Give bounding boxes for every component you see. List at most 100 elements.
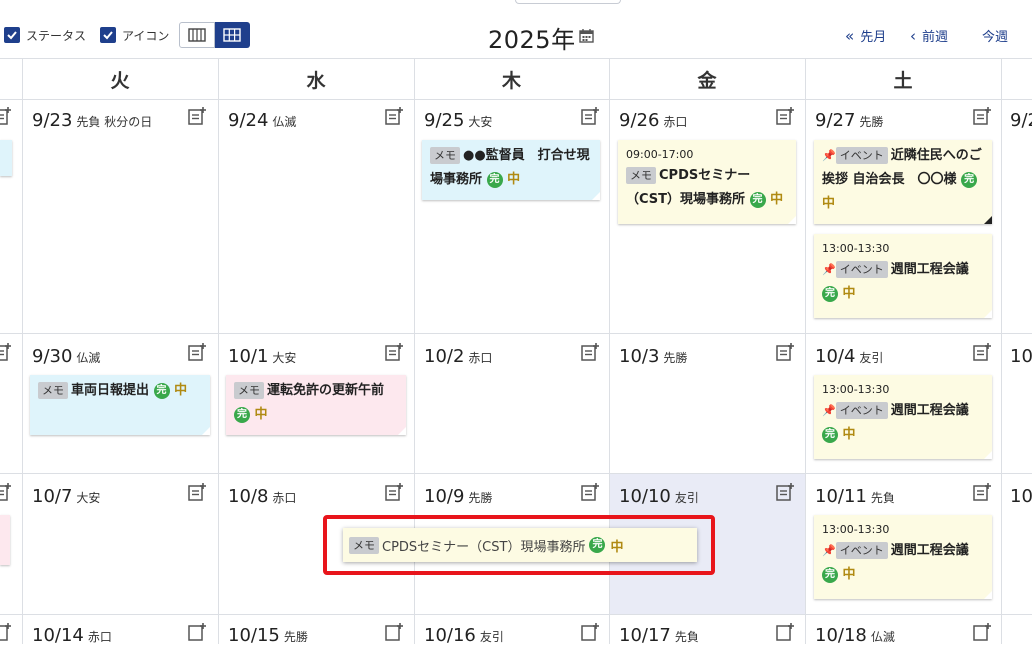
event-time: 13:00-13:30 (822, 523, 890, 536)
top-tab-edge (515, 0, 621, 4)
add-note-icon[interactable] (0, 106, 12, 126)
card-fold (984, 310, 992, 318)
add-note-icon[interactable] (580, 482, 600, 502)
grid-line (1001, 58, 1002, 644)
event-time: 09:00-17:00 (626, 148, 694, 161)
cell-date-1007[interactable]: 10/7 大安 (32, 486, 100, 507)
add-note-icon[interactable] (187, 342, 207, 362)
weekday-fri: 金 (697, 69, 717, 92)
partial-event-card[interactable] (0, 140, 12, 176)
event-tag: イベント (835, 261, 888, 278)
cell-date-1011[interactable]: 10/11 先負 (815, 486, 895, 507)
weekday-wed: 水 (306, 69, 326, 92)
priority-label: 中 (174, 383, 188, 398)
cell-date-0923[interactable]: 9/23 先負 秋分の日 (32, 110, 152, 131)
cell-date-1005[interactable]: 10 (1010, 346, 1032, 367)
grid-view-button[interactable] (215, 22, 250, 48)
done-badge: 完 (961, 171, 978, 188)
add-note-icon[interactable] (972, 622, 992, 642)
add-note-icon[interactable] (580, 106, 600, 126)
column-view-button[interactable] (179, 22, 215, 48)
cell-date-1009[interactable]: 10/9 先勝 (424, 486, 492, 507)
grid-line (0, 614, 1032, 615)
memo-tag: メモ (626, 167, 656, 184)
this-week-button[interactable]: 今週 (982, 26, 1008, 45)
cell-date-1002[interactable]: 10/2 赤口 (424, 346, 492, 367)
columns-icon (188, 28, 206, 42)
cell-date-1003[interactable]: 10/3 先勝 (619, 346, 687, 367)
add-note-icon[interactable] (580, 342, 600, 362)
event-card[interactable]: 13:00-13:30 📌 イベント 週間工程会議 完 中 (814, 375, 992, 459)
grid-line (218, 58, 219, 644)
add-note-icon[interactable] (384, 342, 404, 362)
add-note-icon[interactable] (775, 342, 795, 362)
cell-date-0928[interactable]: 9/2 (1010, 110, 1032, 131)
add-note-icon[interactable] (775, 622, 795, 642)
cell-date-0925[interactable]: 9/25 大安 (424, 110, 492, 131)
add-note-icon[interactable] (0, 482, 12, 502)
add-note-icon[interactable] (0, 622, 12, 642)
grid-line (0, 473, 1032, 474)
cell-date-1015[interactable]: 10/15 先勝 (228, 625, 308, 646)
event-tag: イベント (835, 542, 888, 559)
cell-date-1008[interactable]: 10/8 赤口 (228, 486, 296, 507)
weekday-tue: 火 (110, 69, 130, 92)
cell-date-1017[interactable]: 10/17 先負 (619, 625, 699, 646)
memo-tag: メモ (38, 382, 68, 399)
status-checkbox[interactable] (4, 27, 20, 43)
cell-date-1012[interactable]: 10 (1010, 486, 1032, 507)
event-card[interactable]: メモ 車両日報提出 完 中 (30, 375, 210, 435)
add-note-icon[interactable] (384, 106, 404, 126)
event-card[interactable]: 13:00-13:30 📌 イベント 週間工程会議 完 中 (814, 515, 992, 599)
add-note-icon[interactable] (972, 342, 992, 362)
event-title: 運転免許の更新午前 (267, 383, 385, 398)
card-fold (984, 591, 992, 599)
event-card[interactable]: 09:00-17:00 メモ CPDSセミナー（CST）現場事務所 完 中 (618, 140, 796, 224)
icon-toggle[interactable]: アイコン (100, 26, 169, 44)
event-card[interactable]: メモ 運転免許の更新午前 完 中 (226, 375, 406, 435)
add-note-icon[interactable] (775, 482, 795, 502)
cell-date-1010[interactable]: 10/10 友引 (619, 486, 699, 507)
prev-week-button[interactable]: ‹ 前週 (910, 26, 948, 46)
icon-checkbox[interactable] (100, 27, 116, 43)
weekday-header: 火 水 木 金 土 (0, 58, 1032, 100)
done-badge: 完 (153, 382, 170, 399)
grid-line (22, 58, 23, 644)
event-card[interactable]: メモ ●●監督員 打合せ現場事務所 完 中 (422, 140, 600, 200)
grid-line (805, 58, 806, 644)
event-card[interactable]: 📌 イベント 近隣住民へのご挨拶 自治会長 〇〇様 完 中 (814, 140, 992, 224)
chevron-left-icon: ‹ (910, 26, 916, 45)
add-note-icon[interactable] (580, 622, 600, 642)
add-note-icon[interactable] (187, 622, 207, 642)
status-toggle[interactable]: ステータス (4, 26, 86, 44)
pin-icon: 📌 (822, 404, 836, 417)
prev-month-button[interactable]: « 先月 (845, 26, 887, 46)
add-note-icon[interactable] (972, 482, 992, 502)
cell-date-0926[interactable]: 9/26 赤口 (619, 110, 687, 131)
cell-date-0930[interactable]: 9/30 仏滅 (32, 346, 100, 367)
cell-date-1016[interactable]: 10/16 友引 (424, 625, 504, 646)
priority-label: 中 (842, 427, 856, 442)
prev-month-label: 先月 (860, 30, 887, 45)
calendar-icon[interactable] (579, 28, 594, 43)
add-note-icon[interactable] (187, 482, 207, 502)
toolbar: ステータス アイコン 2025年 « 先月 ‹ 前週 今週 (0, 0, 1032, 58)
priority-label: 中 (842, 567, 856, 582)
partial-event-card[interactable] (0, 515, 10, 565)
cell-date-0924[interactable]: 9/24 仏滅 (228, 110, 296, 131)
priority-label: 中 (822, 196, 836, 211)
cell-date-1018[interactable]: 10/18 仏滅 (815, 625, 895, 646)
add-note-icon[interactable] (187, 106, 207, 126)
add-note-icon[interactable] (0, 342, 12, 362)
add-note-icon[interactable] (972, 106, 992, 126)
cell-date-1014[interactable]: 10/14 赤口 (32, 625, 112, 646)
event-tag: イベント (835, 402, 888, 419)
cell-date-1004[interactable]: 10/4 友引 (815, 346, 883, 367)
add-note-icon[interactable] (775, 106, 795, 126)
cell-date-0927[interactable]: 9/27 先勝 (815, 110, 883, 131)
add-note-icon[interactable] (384, 622, 404, 642)
add-note-icon[interactable] (384, 482, 404, 502)
event-card[interactable]: 13:00-13:30 📌 イベント 週間工程会議 完 中 (814, 234, 992, 318)
cell-date-1001[interactable]: 10/1 大安 (228, 346, 296, 367)
icon-label: アイコン (122, 28, 170, 43)
